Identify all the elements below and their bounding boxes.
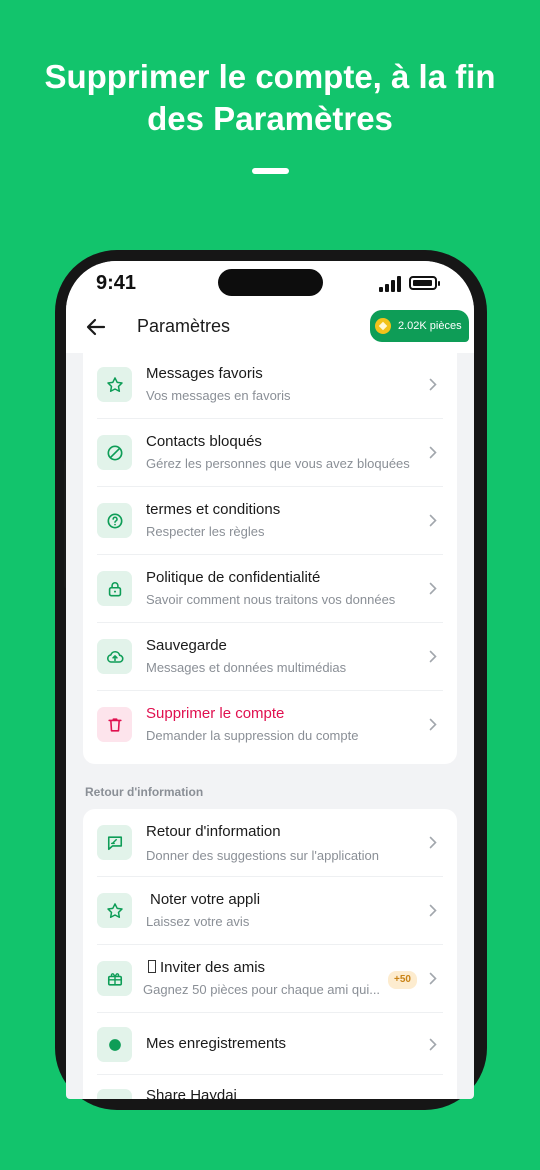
- chevron-right-icon: [429, 650, 437, 663]
- status-time: 9:41: [96, 272, 137, 294]
- star-icon: [97, 893, 132, 928]
- chevron-right-icon: [429, 836, 437, 849]
- back-arrow-icon[interactable]: [84, 315, 108, 339]
- setting-title-text: Inviter des amis: [160, 959, 266, 976]
- chevron-right-icon: [429, 1038, 437, 1051]
- setting-rate-app[interactable]: Noter votre appli Laissez votre avis: [83, 877, 457, 945]
- setting-title: Share Haydai: [146, 1087, 237, 1099]
- setting-subtitle: Gagnez 50 pièces pour chaque ami qui...: [143, 982, 381, 997]
- setting-delete-account[interactable]: Supprimer le compte Demander la suppress…: [83, 691, 457, 759]
- setting-backup[interactable]: Sauvegarde Messages et données multimédi…: [83, 623, 457, 691]
- promo-headline-line1: Supprimer le compte, à la fin: [44, 58, 496, 95]
- app-header: Paramètres 2.02K pièces: [66, 305, 474, 353]
- lock-icon: [97, 571, 132, 606]
- block-icon: [97, 435, 132, 470]
- setting-subtitle: Gérez les personnes que vous avez bloqué…: [146, 456, 410, 471]
- setting-share-app[interactable]: Share Haydai: [83, 1075, 457, 1099]
- promo-headline-line2: des Paramètres: [147, 100, 393, 137]
- setting-invite-friends[interactable]: Inviter des amis Gagnez 50 pièces pour c…: [83, 945, 457, 1013]
- reward-badge: +50: [388, 971, 417, 989]
- setting-subtitle: Savoir comment nous traitons vos données: [146, 592, 396, 607]
- setting-subtitle: Vos messages en favoris: [146, 388, 291, 403]
- status-bar: 9:41: [66, 261, 474, 305]
- setting-title: Sauvegarde: [146, 637, 227, 654]
- setting-title: Supprimer le compte: [146, 705, 285, 722]
- record-icon: [97, 1027, 132, 1062]
- chevron-right-icon: [429, 972, 437, 985]
- battery-icon: [409, 276, 440, 290]
- setting-title: Contacts bloqués: [146, 433, 262, 450]
- setting-subtitle: Demander la suppression du compte: [146, 728, 359, 743]
- setting-title: Mes enregistrements: [146, 1035, 287, 1052]
- setting-terms-conditions[interactable]: termes et conditions Respecter les règle…: [83, 487, 457, 555]
- trash-icon: [97, 707, 132, 742]
- setting-title: Noter votre appli: [150, 891, 261, 908]
- chevron-right-icon: [429, 514, 437, 527]
- setting-title: Inviter des amis: [148, 959, 265, 976]
- setting-title: termes et conditions: [146, 501, 281, 518]
- setting-title: Politique de confidentialité: [146, 569, 321, 586]
- setting-privacy-policy[interactable]: Politique de confidentialité Savoir comm…: [83, 555, 457, 623]
- promo-headline: Supprimer le compte, à la fin des Paramè…: [0, 56, 540, 140]
- feedback-card: Retour d'information Donner des suggesti…: [83, 809, 457, 1099]
- coins-badge[interactable]: 2.02K pièces: [370, 310, 469, 342]
- feedback-icon: [97, 825, 132, 860]
- setting-blocked-contacts[interactable]: Contacts bloqués Gérez les personnes que…: [83, 419, 457, 487]
- setting-title: Messages favoris: [146, 365, 263, 382]
- page-title: Paramètres: [137, 316, 231, 336]
- share-icon: [97, 1089, 132, 1099]
- coins-label: 2.02K pièces: [398, 320, 462, 332]
- chevron-right-icon: [429, 904, 437, 917]
- chevron-right-icon: [429, 446, 437, 459]
- setting-subtitle: Respecter les règles: [146, 524, 265, 539]
- gift-icon: [97, 961, 132, 996]
- invite-emoji-placeholder: [148, 960, 156, 973]
- setting-my-recordings[interactable]: Mes enregistrements: [83, 1013, 457, 1075]
- signal-icon: [379, 276, 401, 292]
- section-label-feedback: Retour d'information: [85, 785, 204, 799]
- chevron-right-icon: [429, 582, 437, 595]
- star-icon: [97, 367, 132, 402]
- coin-icon: [375, 318, 391, 334]
- phone-screen: 9:41 Paramètres 2.02K pièces Messages fa…: [66, 261, 474, 1099]
- setting-starred-messages[interactable]: Messages favoris Vos messages en favoris: [83, 351, 457, 419]
- setting-feedback[interactable]: Retour d'information Donner des suggesti…: [83, 809, 457, 877]
- cloud-upload-icon: [97, 639, 132, 674]
- setting-subtitle: Messages et données multimédias: [146, 660, 347, 675]
- help-circle-icon: [97, 503, 132, 538]
- setting-title: Retour d'information: [146, 823, 281, 840]
- chevron-right-icon: [429, 718, 437, 731]
- dynamic-island: [218, 269, 323, 296]
- setting-subtitle: Donner des suggestions sur l'application: [146, 848, 380, 863]
- headline-underline: [252, 168, 289, 174]
- setting-subtitle: Laissez votre avis: [146, 914, 250, 929]
- chevron-right-icon: [429, 378, 437, 391]
- settings-card: Messages favoris Vos messages en favoris…: [83, 353, 457, 764]
